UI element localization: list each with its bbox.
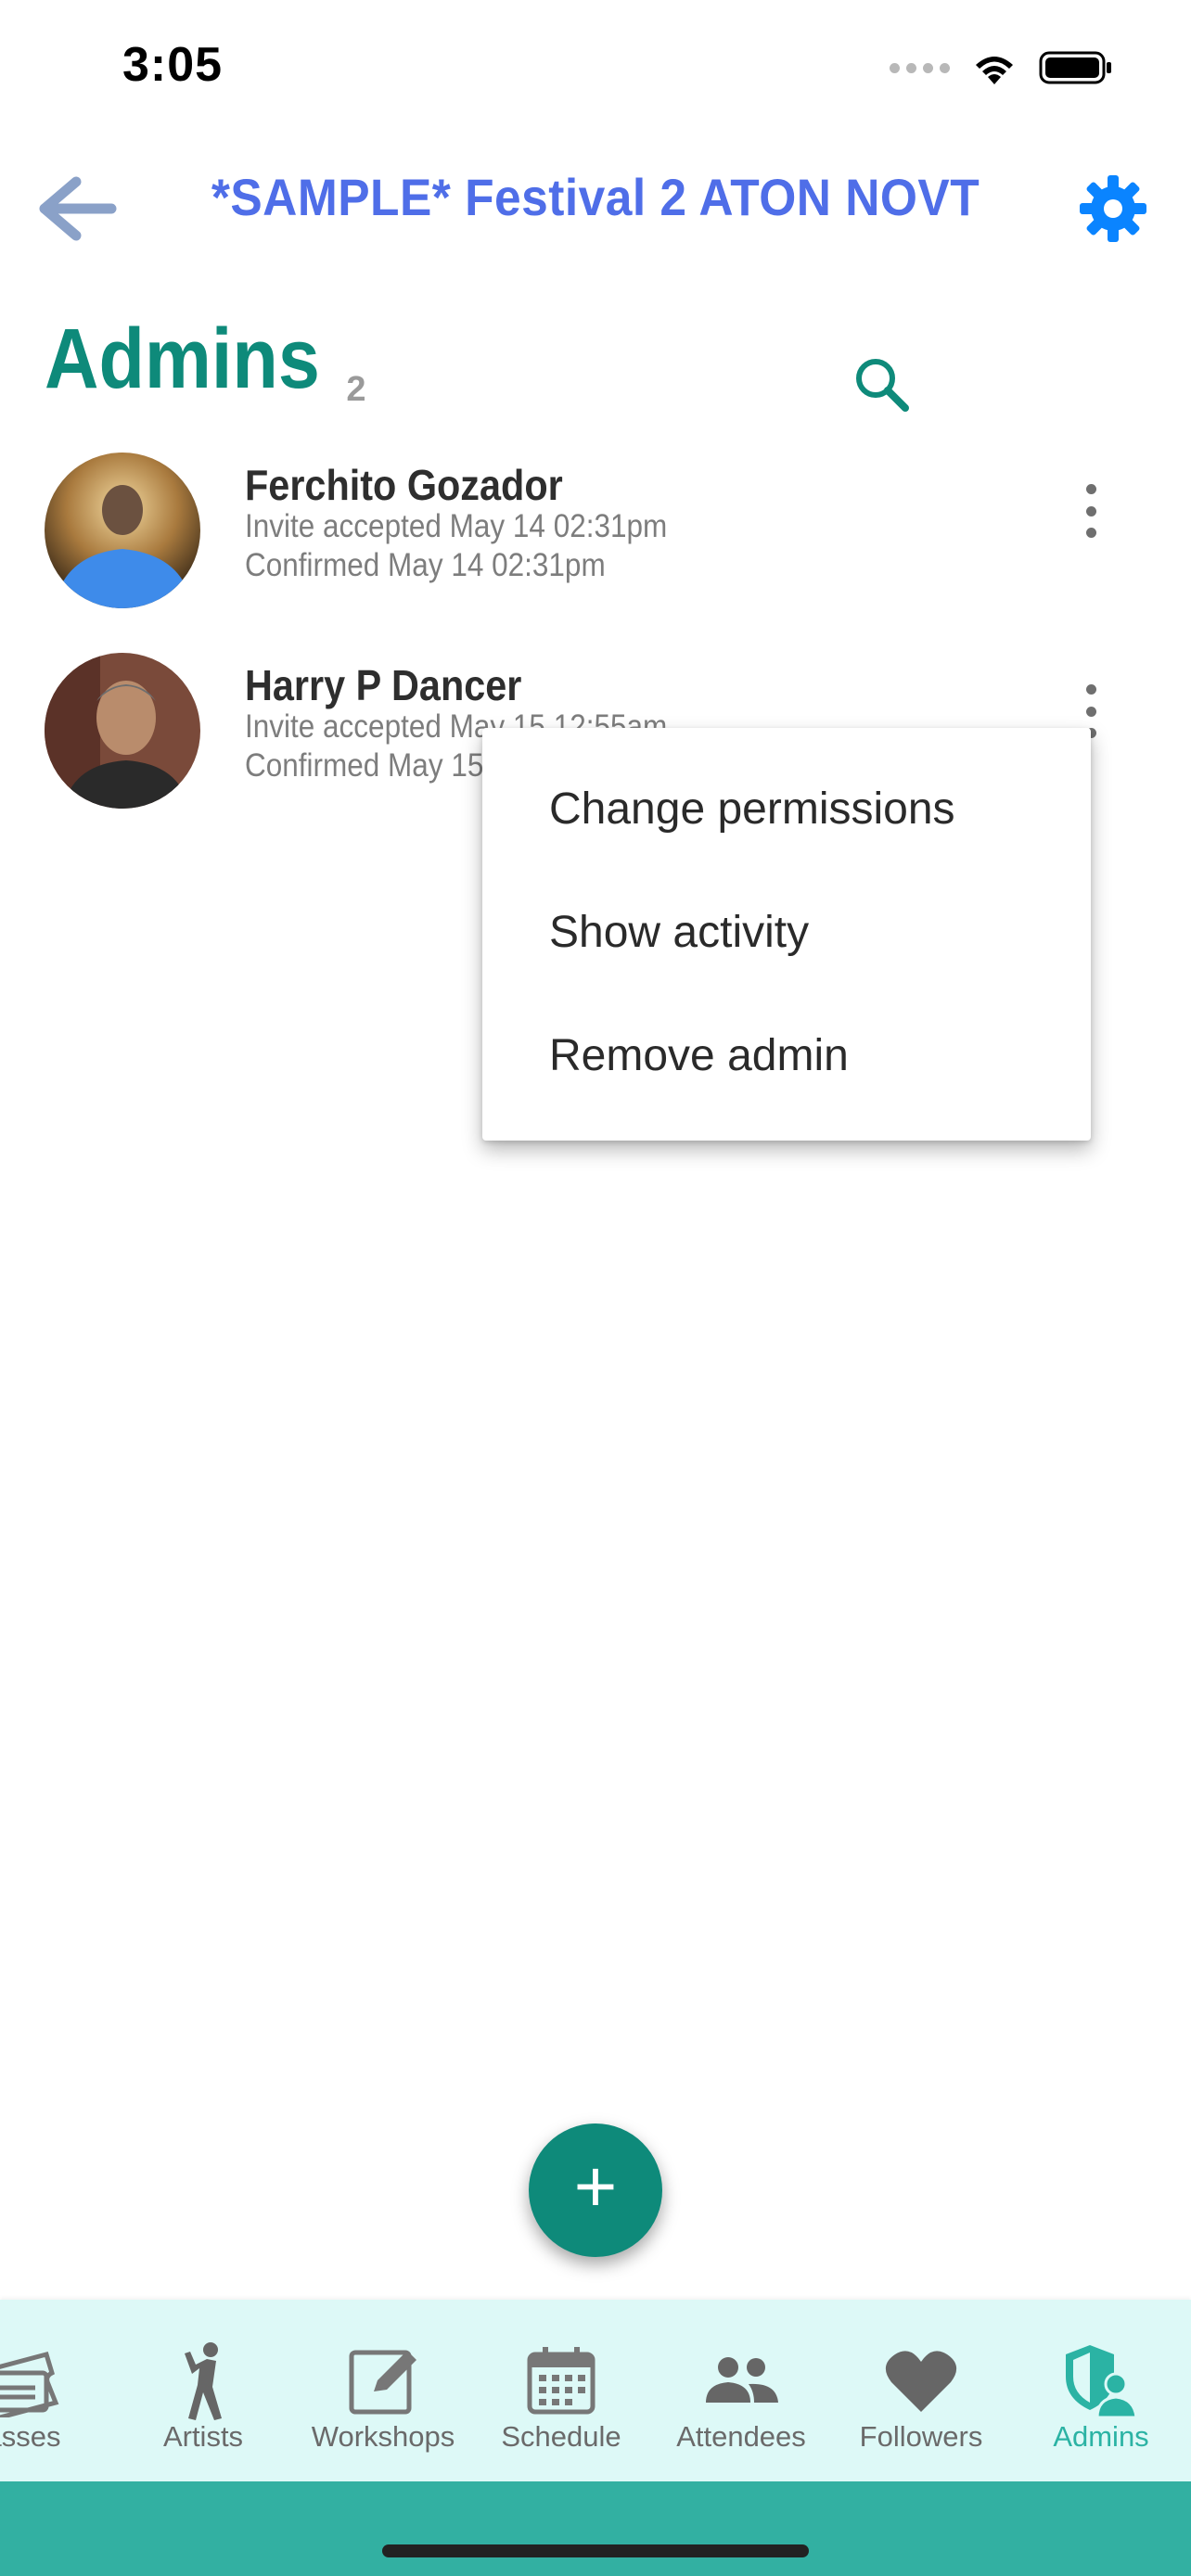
status-time: 3:05: [122, 38, 224, 92]
page-title: *SAMPLE* Festival 2 ATON NOVT: [211, 168, 980, 226]
plus-icon: +: [573, 2145, 618, 2227]
invite-status: Invite accepted May 14 02:31pm: [245, 508, 668, 544]
nav-label: Workshops: [311, 2420, 455, 2453]
nav-label: Followers: [859, 2420, 983, 2453]
edit-icon: [341, 2339, 425, 2422]
nav-item-attendees[interactable]: Attendees: [653, 2300, 829, 2481]
bottom-navigation: asses Artists Workshops: [0, 2300, 1191, 2481]
nav-item-artists[interactable]: Artists: [115, 2300, 291, 2481]
confirmed-status: Confirmed May 15: [245, 747, 484, 784]
cellular-signal-icon: [890, 62, 950, 73]
nav-label: asses: [0, 2420, 61, 2453]
nav-item-passes[interactable]: asses: [0, 2300, 111, 2481]
nav-item-workshops[interactable]: Workshops: [295, 2300, 471, 2481]
battery-icon: [1039, 51, 1111, 84]
menu-item-remove-admin[interactable]: Remove admin: [549, 1030, 849, 1081]
nav-item-followers[interactable]: Followers: [833, 2300, 1009, 2481]
status-bar: 3:05: [0, 0, 1191, 139]
back-button[interactable]: [39, 176, 117, 241]
search-icon: [856, 359, 909, 412]
app-screen: 3:05 *SAMPLE* Festival 2 ATON NOVT Admin…: [0, 0, 1191, 2576]
settings-button[interactable]: [1076, 172, 1150, 246]
menu-item-change-permissions[interactable]: Change permissions: [549, 784, 955, 835]
nav-label: Admins: [1053, 2420, 1149, 2453]
calendar-icon: [519, 2339, 603, 2422]
tickets-icon: [0, 2339, 65, 2422]
admin-name: Ferchito Gozador: [245, 461, 563, 509]
list-item[interactable]: Ferchito Gozador Invite accepted May 14 …: [0, 453, 1191, 629]
context-menu: Change permissions Show activity Remove …: [482, 728, 1091, 1141]
home-indicator[interactable]: [382, 2544, 809, 2557]
nav-label: Attendees: [676, 2420, 806, 2453]
dancer-icon: [161, 2339, 245, 2422]
admin-count: 2: [346, 370, 366, 409]
nav-label: Schedule: [501, 2420, 621, 2453]
section-title: Admins: [45, 312, 320, 406]
admin-name: Harry P Dancer: [245, 661, 522, 709]
gear-icon: [1080, 175, 1146, 242]
avatar: [45, 453, 200, 608]
admin-shield-icon: [1059, 2339, 1143, 2422]
nav-label: Artists: [162, 2420, 244, 2453]
confirmed-status: Confirmed May 14 02:31pm: [245, 547, 606, 583]
search-button[interactable]: [850, 352, 915, 417]
wifi-icon: [976, 57, 1013, 84]
nav-item-schedule[interactable]: Schedule: [473, 2300, 649, 2481]
app-header: *SAMPLE* Festival 2 ATON NOVT: [0, 148, 1191, 269]
heart-icon: [879, 2339, 963, 2422]
status-icons: [890, 46, 1113, 89]
add-admin-button[interactable]: +: [529, 2123, 662, 2257]
people-icon: [699, 2339, 783, 2422]
nav-item-admins[interactable]: Admins: [1013, 2300, 1189, 2481]
home-indicator-area: [0, 2481, 1191, 2576]
back-arrow-icon: [39, 176, 117, 241]
more-options-button[interactable]: [1074, 478, 1108, 543]
menu-item-show-activity[interactable]: Show activity: [549, 907, 809, 958]
avatar: [45, 653, 200, 809]
section-heading: Admins 2: [45, 311, 366, 409]
